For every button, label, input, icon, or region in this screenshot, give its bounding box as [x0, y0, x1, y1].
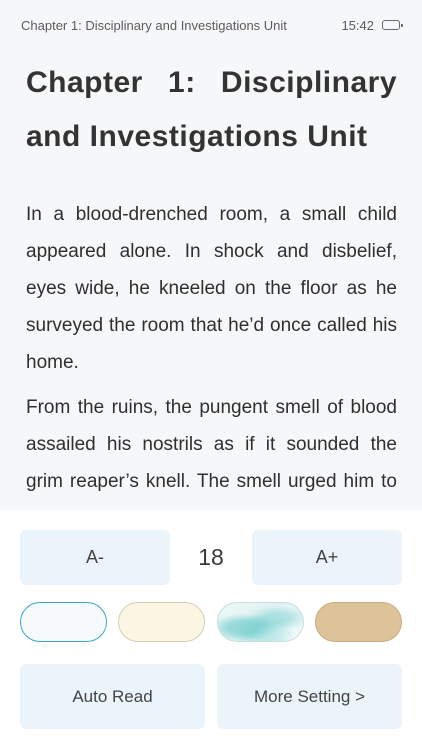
theme-sea-swatch[interactable] [216, 602, 304, 642]
clock: 15:42 [341, 17, 374, 33]
decrease-font-button[interactable]: A- [20, 530, 170, 585]
theme-white-swatch[interactable] [20, 602, 107, 642]
auto-read-button[interactable]: Auto Read [20, 664, 205, 729]
reading-area[interactable]: Chapter 1: Disciplinary and Investigatio… [0, 50, 422, 510]
paragraph: In a blood-drenched room, a small child … [26, 204, 397, 373]
status-area: 15:42 [341, 17, 403, 33]
theme-cream-swatch[interactable] [118, 602, 206, 642]
font-size-row: A- 18 A+ [20, 530, 402, 585]
theme-selector [20, 602, 402, 642]
battery-icon [382, 20, 403, 30]
reader-header: Chapter 1: Disciplinary and Investigatio… [0, 0, 422, 50]
increase-font-button[interactable]: A+ [252, 530, 402, 585]
panel-actions: Auto Read More Setting > [20, 664, 402, 729]
paragraph: From the ruins, the pungent smell of blo… [26, 397, 397, 510]
more-setting-button[interactable]: More Setting > [217, 664, 402, 729]
reading-settings-panel: A- 18 A+ Auto Read More Setting > [0, 510, 422, 750]
theme-tan-swatch[interactable] [314, 602, 402, 642]
header-chapter-label: Chapter 1: Disciplinary and Investigatio… [21, 17, 287, 33]
font-size-value: 18 [198, 544, 224, 570]
chapter-body: In a blood-drenched room, a small child … [26, 196, 397, 510]
chapter-title: Chapter 1: Disciplinary and Investigatio… [26, 66, 397, 153]
